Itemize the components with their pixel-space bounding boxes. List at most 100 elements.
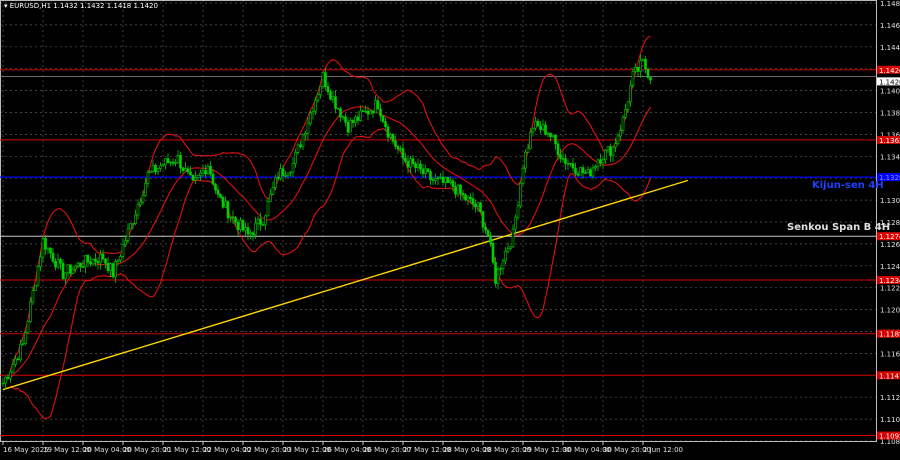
candle-body bbox=[184, 168, 187, 171]
candle-body bbox=[86, 255, 90, 263]
candle-body bbox=[266, 201, 270, 217]
candle-body bbox=[504, 250, 507, 262]
candle-body bbox=[81, 266, 85, 268]
candle-body bbox=[539, 125, 542, 131]
candle-body bbox=[196, 175, 200, 178]
candle-body bbox=[436, 177, 440, 180]
candle-body bbox=[349, 120, 352, 133]
candle-body bbox=[561, 158, 565, 160]
candle-body bbox=[66, 264, 70, 274]
band-middle bbox=[10, 106, 651, 379]
collapse-arrow-icon[interactable]: ▾ bbox=[4, 2, 8, 10]
y-tick-label: 1.1387 bbox=[880, 110, 900, 118]
candle-body bbox=[606, 146, 610, 151]
candle-body bbox=[154, 164, 157, 173]
candle-body bbox=[501, 260, 505, 269]
candle-body bbox=[231, 216, 235, 219]
candle-body bbox=[626, 101, 630, 110]
candle-body bbox=[236, 221, 240, 230]
candle-body bbox=[466, 196, 470, 201]
candle-body bbox=[144, 183, 147, 196]
y-tick-label: 1.1307 bbox=[880, 197, 900, 205]
candle-body bbox=[461, 193, 465, 196]
candle-body bbox=[306, 122, 310, 134]
price-chart[interactable]: 1.14871.14671.14471.14271.14071.13871.13… bbox=[0, 0, 900, 460]
candle-body bbox=[264, 215, 267, 226]
candle-body bbox=[41, 238, 45, 258]
candle-body bbox=[549, 132, 552, 138]
candle-body bbox=[456, 184, 460, 195]
candle-body bbox=[209, 165, 212, 175]
candle-body bbox=[621, 116, 625, 131]
candle-body bbox=[94, 258, 97, 262]
candle-body bbox=[481, 211, 485, 228]
candle-body bbox=[106, 262, 110, 272]
candle-body bbox=[244, 227, 247, 231]
candle-body bbox=[509, 246, 512, 249]
candle-body bbox=[84, 255, 87, 268]
candle-body bbox=[46, 247, 50, 250]
candle-body bbox=[49, 247, 52, 254]
candle-body bbox=[521, 167, 525, 184]
candle-body bbox=[414, 163, 417, 168]
candle-body bbox=[409, 158, 412, 168]
candle-body bbox=[336, 107, 340, 110]
candle-body bbox=[124, 240, 127, 246]
candle-body bbox=[156, 168, 160, 173]
candle-body bbox=[219, 194, 222, 198]
candle-body bbox=[6, 377, 10, 379]
candle-body bbox=[339, 108, 342, 118]
candle-body bbox=[159, 165, 162, 169]
candle-body bbox=[374, 100, 377, 114]
candle-body bbox=[386, 126, 390, 138]
candle-body bbox=[326, 86, 330, 93]
candle-body bbox=[311, 110, 315, 114]
candle-body bbox=[149, 170, 152, 173]
y-tick-label: 1.1207 bbox=[880, 307, 900, 315]
candle-body bbox=[531, 127, 535, 133]
candle-body bbox=[254, 222, 257, 235]
candle-body bbox=[186, 168, 190, 173]
candle-body bbox=[1, 382, 5, 385]
candle-body bbox=[649, 77, 652, 81]
candle-body bbox=[604, 149, 607, 161]
current-price-label: 1.1420 bbox=[879, 78, 900, 86]
candle-body bbox=[26, 321, 30, 334]
candle-body bbox=[469, 196, 472, 199]
y-tick-label: 1.1407 bbox=[880, 88, 900, 96]
level-tag-label: 1.1092 bbox=[879, 433, 900, 441]
y-tick-label: 1.1167 bbox=[880, 350, 900, 358]
candle-body bbox=[514, 216, 517, 230]
candle-body bbox=[269, 193, 272, 202]
candle-body bbox=[99, 253, 102, 264]
candle-body bbox=[599, 159, 602, 164]
candle-body bbox=[164, 158, 167, 166]
candle-body bbox=[189, 171, 192, 176]
candle-body bbox=[426, 168, 430, 172]
candle-body bbox=[296, 144, 300, 153]
candle-body bbox=[429, 171, 432, 180]
candle-body bbox=[171, 161, 175, 164]
candle-body bbox=[389, 134, 392, 138]
x-tick-label: 16 May 2025 bbox=[3, 446, 49, 454]
candle-body bbox=[526, 148, 530, 153]
candle-body bbox=[321, 72, 325, 87]
candle-body bbox=[441, 176, 445, 183]
candle-body bbox=[281, 168, 285, 176]
candle-body bbox=[524, 152, 527, 169]
level-tag-label: 1.1234 bbox=[879, 277, 900, 285]
candle-body bbox=[251, 232, 255, 235]
candle-body bbox=[239, 220, 242, 230]
candle-body bbox=[319, 86, 322, 95]
candle-body bbox=[101, 253, 105, 260]
candle-body bbox=[166, 158, 170, 164]
candle-body bbox=[191, 174, 195, 181]
candle-body bbox=[401, 148, 405, 159]
candle-body bbox=[494, 261, 497, 284]
candle-body bbox=[151, 164, 155, 172]
candle-body bbox=[226, 201, 230, 219]
candle-body bbox=[534, 120, 537, 129]
candle-body bbox=[234, 217, 237, 223]
candle-body bbox=[114, 261, 117, 278]
candle-body bbox=[129, 223, 132, 230]
